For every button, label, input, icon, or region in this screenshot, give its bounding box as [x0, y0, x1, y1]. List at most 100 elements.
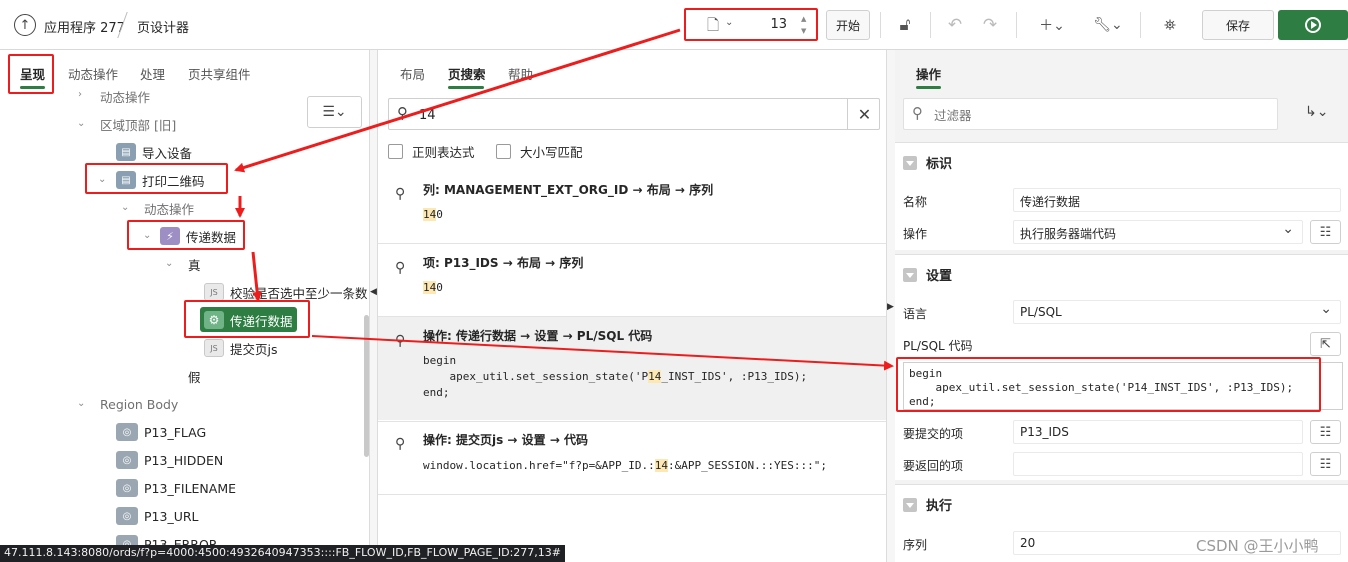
- active-tab-indicator: [20, 86, 45, 89]
- tree-node-label: P13_HIDDEN: [144, 452, 224, 468]
- chevron-down-icon[interactable]: ⌄: [98, 174, 106, 185]
- tree-node-print-qrcode[interactable]: ▤ 打印二维码: [116, 169, 205, 191]
- tree-node-item[interactable]: ◎ P13_HIDDEN: [116, 449, 223, 471]
- submit-items-field[interactable]: P13_IDS: [1013, 420, 1303, 444]
- code-line: begin: [423, 354, 457, 367]
- section-header[interactable]: 设置: [903, 265, 952, 284]
- tree-node-validate[interactable]: JS 校验是否选中至少一条数: [204, 281, 368, 303]
- case-checkbox-row[interactable]: 大小写匹配: [496, 142, 583, 161]
- section-identification: 标识 名称 传递行数据 操作 执行服务器端代码 ☷: [895, 142, 1348, 250]
- result-divider: [378, 494, 886, 495]
- tree-node-item[interactable]: ◎ P13_FILENAME: [116, 477, 236, 499]
- breadcrumb-page-designer: 页设计器: [137, 21, 190, 36]
- create-menu-icon[interactable]: ＋⌄: [1035, 12, 1069, 38]
- collapse-left-panel-icon[interactable]: ◀: [370, 287, 377, 297]
- plsql-code-editor[interactable]: begin apex_util.set_session_state('P14_I…: [903, 362, 1343, 410]
- spin-up-icon[interactable]: ▲: [801, 15, 811, 23]
- chevron-down-icon[interactable]: ⌄: [165, 258, 173, 269]
- tab-processing[interactable]: 处理: [140, 64, 165, 83]
- match-highlight: 14: [423, 281, 437, 294]
- search-result-selected[interactable]: ⚲ 操作: 传递行数据 → 设置 → PL/SQL 代码 begin apex_…: [378, 317, 886, 420]
- chevron-down-icon[interactable]: ⌄: [77, 118, 85, 129]
- search-result[interactable]: ⚲ 操作: 提交页js → 设置 → 代码 window.location.hr…: [378, 422, 886, 494]
- redo-icon[interactable]: ↷: [978, 12, 1002, 38]
- chevron-right-icon[interactable]: ›: [78, 89, 82, 100]
- breadcrumb-app[interactable]: 应用程序 277: [44, 17, 125, 36]
- tab-layout[interactable]: 布局: [400, 64, 425, 83]
- spin-down-icon[interactable]: ▼: [801, 27, 811, 35]
- result-code: 140: [423, 281, 443, 294]
- tree-node-label: 传递数据: [186, 229, 237, 245]
- page-number-input[interactable]: 13: [735, 17, 787, 32]
- search-input[interactable]: [419, 105, 839, 125]
- sequence-label: 序列: [903, 538, 928, 552]
- tree-node-false[interactable]: 假: [188, 365, 201, 387]
- submit-items-list-button[interactable]: ☷: [1310, 420, 1341, 444]
- tree-menu-button[interactable]: ☰⌄: [307, 96, 362, 128]
- chevron-down-icon[interactable]: ⌄: [725, 17, 733, 28]
- tree-node-pass-row-data[interactable]: ⚙︎ 传递行数据: [204, 309, 293, 331]
- toolbar-divider: [1140, 12, 1141, 38]
- gear-icon: ⚙︎: [204, 311, 224, 329]
- filter-input[interactable]: [934, 105, 1264, 125]
- start-button[interactable]: 开始: [826, 10, 870, 40]
- language-select[interactable]: PL/SQL: [1013, 300, 1341, 324]
- regex-checkbox-row[interactable]: 正则表达式: [388, 142, 475, 161]
- tree-scrollbar[interactable]: [364, 315, 369, 457]
- clear-search-button[interactable]: ✕: [847, 98, 881, 130]
- tree-node-label: 传递行数据: [230, 313, 293, 329]
- name-field[interactable]: 传递行数据: [1013, 188, 1341, 212]
- tree-node-dynamic-actions-top[interactable]: 动态操作: [100, 85, 150, 107]
- section-toggle-icon: [903, 155, 917, 170]
- go-to-group-icon[interactable]: ↳⌄: [1305, 104, 1328, 120]
- tree-node-region-body[interactable]: Region Body: [100, 393, 178, 415]
- play-icon: [1305, 17, 1321, 33]
- page-selector[interactable]: 🗋 ⌄ 13 ▲ ▼: [685, 9, 817, 41]
- section-header[interactable]: 执行: [903, 495, 952, 514]
- tab-page-search[interactable]: 页搜索: [448, 64, 486, 83]
- section-header[interactable]: 标识: [903, 153, 952, 172]
- page-icon: 🗋: [707, 16, 720, 34]
- tab-rendering[interactable]: 呈现: [20, 64, 45, 83]
- tree-node-submit-js[interactable]: JS 提交页js: [204, 337, 278, 359]
- return-items-list-button[interactable]: ☷: [1310, 452, 1341, 476]
- tree-node-dynamic-actions[interactable]: 动态操作: [144, 197, 194, 219]
- active-tab-indicator: [916, 86, 941, 89]
- code-line: end;: [909, 395, 936, 408]
- action-list-button[interactable]: ☷: [1310, 220, 1341, 244]
- tree-node-import-device[interactable]: ▤ 导入设备: [116, 141, 192, 163]
- chevron-down-icon[interactable]: ⌄: [77, 398, 85, 409]
- case-checkbox[interactable]: [496, 144, 511, 159]
- tree-node-label: P13_FLAG: [144, 424, 207, 440]
- search-result[interactable]: ⚲ 列: MANAGEMENT_EXT_ORG_ID → 布局 → 序列 140: [378, 170, 886, 242]
- lightning-icon: ⚡︎: [160, 227, 180, 245]
- regex-checkbox[interactable]: [388, 144, 403, 159]
- tab-help[interactable]: 帮助: [508, 64, 533, 83]
- chevron-down-icon[interactable]: ⌄: [121, 202, 129, 213]
- tree-node-pass-data[interactable]: ⚡︎ 传递数据: [160, 225, 236, 247]
- tab-dynamic-actions[interactable]: 动态操作: [68, 64, 118, 83]
- app-home-icon[interactable]: ↑: [14, 14, 36, 36]
- shared-components-icon[interactable]: ⛯: [1157, 12, 1183, 38]
- search-icon: ⚲: [395, 436, 406, 452]
- tab-action[interactable]: 操作: [916, 64, 941, 83]
- unlock-icon[interactable]: 🔓︎: [893, 12, 917, 38]
- return-items-field[interactable]: [1013, 452, 1303, 476]
- tree-node-label: P13_URL: [144, 508, 199, 524]
- tree-node-true[interactable]: 真: [188, 253, 201, 275]
- tab-shared-components[interactable]: 页共享组件: [188, 64, 251, 83]
- run-button[interactable]: [1278, 10, 1348, 40]
- undo-icon[interactable]: ↶: [943, 12, 967, 38]
- code-editor-button[interactable]: ⇱: [1310, 332, 1341, 356]
- tree-node-item[interactable]: ◎ P13_FLAG: [116, 421, 206, 443]
- utilities-wrench-icon[interactable]: 🔧︎⌄: [1090, 12, 1126, 38]
- search-result[interactable]: ⚲ 项: P13_IDS → 布局 → 序列 140: [378, 244, 886, 316]
- save-button[interactable]: 保存: [1202, 10, 1274, 40]
- action-select[interactable]: 执行服务器端代码: [1013, 220, 1303, 244]
- result-title: 项: P13_IDS → 布局 → 序列: [423, 256, 584, 270]
- tree-node-item[interactable]: ◎ P13_URL: [116, 505, 199, 527]
- collapse-right-panel-icon[interactable]: ▶: [887, 302, 894, 312]
- javascript-file-icon: JS: [204, 283, 224, 301]
- chevron-down-icon[interactable]: ⌄: [143, 230, 151, 241]
- tree-node-region-header[interactable]: 区域顶部 [旧]: [100, 113, 176, 135]
